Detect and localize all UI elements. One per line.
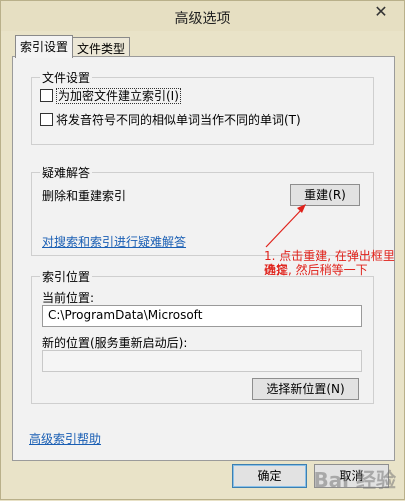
annotation-arrow-head (297, 204, 306, 213)
annotation-arrow-line (265, 207, 304, 248)
advanced-options-dialog: 高级选项 ✕ 索引设置 文件类型 文件设置 为加密文件建立索引(I) 将发音符号… (0, 0, 405, 500)
ok-button[interactable]: 确定 (232, 464, 307, 488)
annotation-line-2: 确定, 然后稍等一下 (264, 263, 368, 277)
tab-index-settings[interactable]: 索引设置 (15, 35, 74, 58)
watermark-logo: Bai 经验 (313, 468, 396, 492)
